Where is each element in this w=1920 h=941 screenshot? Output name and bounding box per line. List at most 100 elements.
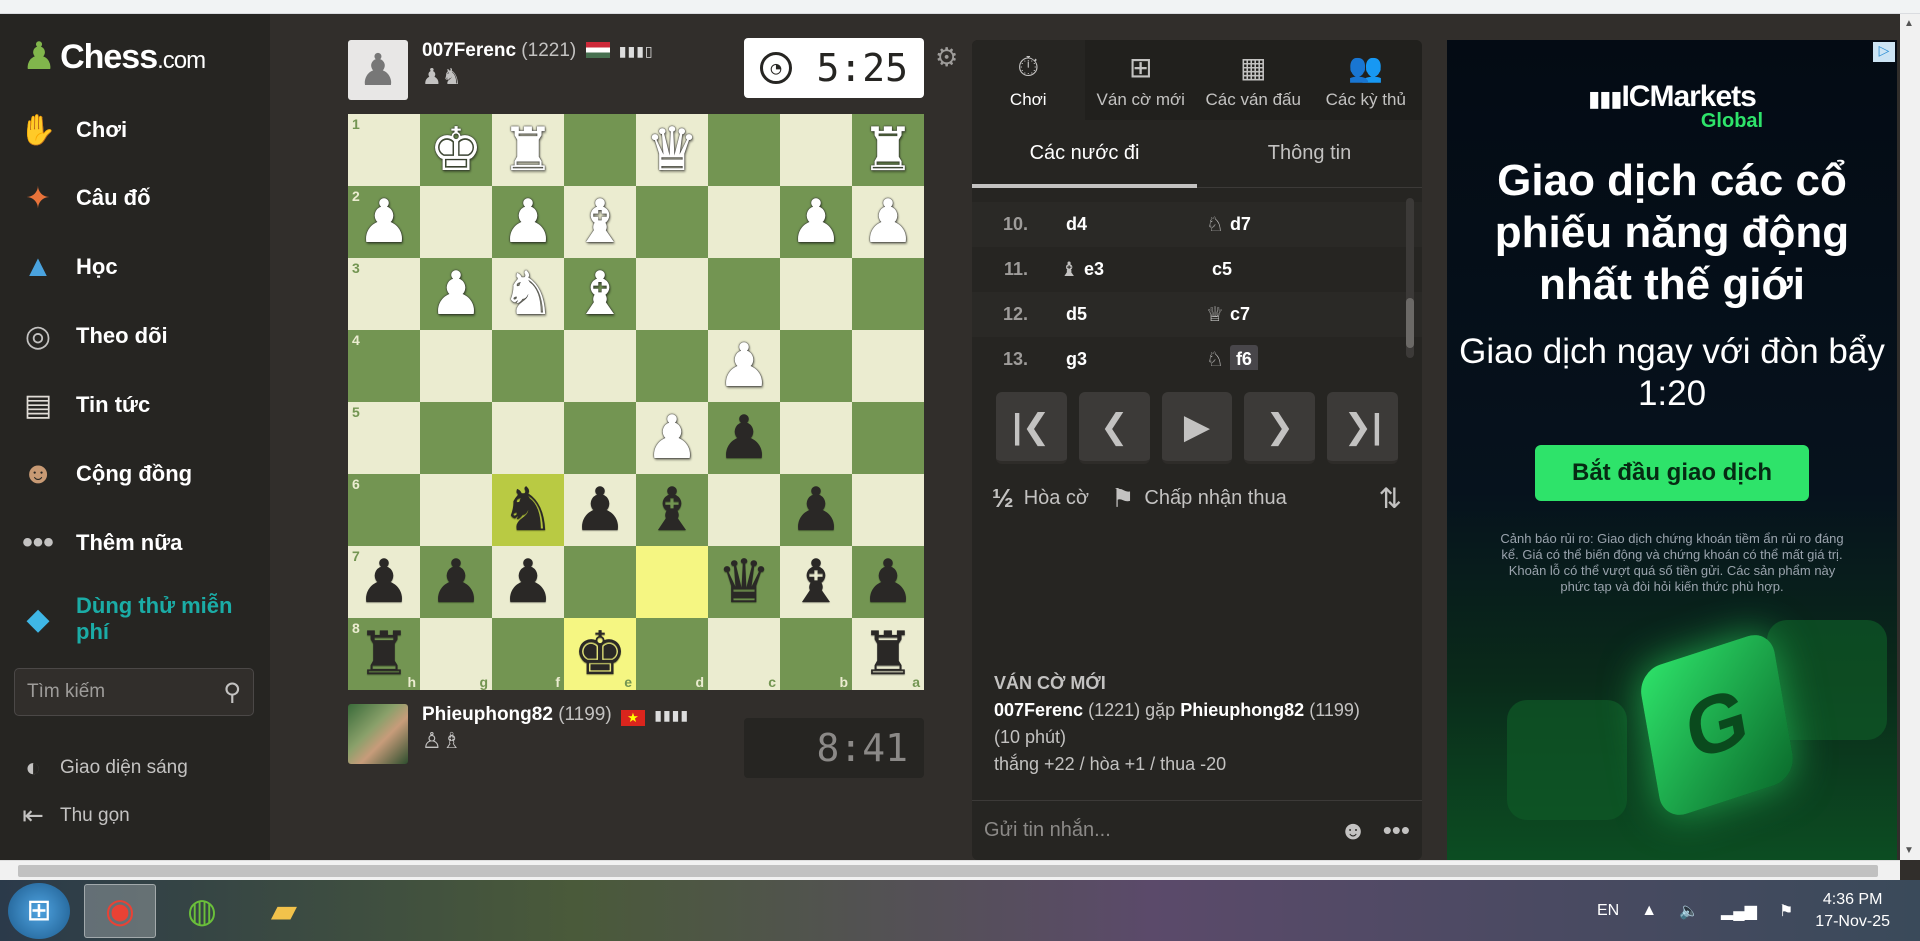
- white-move[interactable]: d4: [1050, 214, 1196, 235]
- board-square[interactable]: d: [636, 618, 708, 690]
- first-move-button[interactable]: |❮: [996, 392, 1067, 464]
- board-square[interactable]: ♟: [492, 546, 564, 618]
- tab-play[interactable]: ⏱ Chơi: [972, 40, 1085, 120]
- info-player2[interactable]: Phieuphong82: [1180, 700, 1304, 720]
- black-rook-icon[interactable]: ♜: [861, 624, 915, 684]
- board-square[interactable]: ♟: [420, 258, 492, 330]
- board-square[interactable]: 1: [348, 114, 420, 186]
- board-square[interactable]: ♟: [420, 546, 492, 618]
- last-move-button[interactable]: ❯|: [1327, 392, 1398, 464]
- search-input[interactable]: Tìm kiếm ⚲: [14, 668, 254, 716]
- gear-icon[interactable]: ⚙: [935, 42, 958, 73]
- player-name[interactable]: 007Ferenc: [422, 40, 516, 61]
- board-square[interactable]: [564, 546, 636, 618]
- board-square[interactable]: [564, 402, 636, 474]
- board-square[interactable]: [708, 114, 780, 186]
- black-pawn-icon[interactable]: ♟: [501, 552, 555, 612]
- resign-button[interactable]: ⚑ Chấp nhận thua: [1111, 483, 1287, 514]
- player-name[interactable]: Phieuphong82: [422, 704, 553, 725]
- black-bishop-icon[interactable]: ♝: [645, 480, 699, 540]
- advertisement[interactable]: ▷ ▮▮▮ICMarkets Global Giao dịch các cổ p…: [1447, 40, 1897, 860]
- white-pawn-icon[interactable]: ♟: [429, 264, 483, 324]
- board-square[interactable]: ♜: [852, 114, 924, 186]
- board-square[interactable]: f: [492, 618, 564, 690]
- tab-players[interactable]: 👥 Các kỳ thủ: [1310, 40, 1423, 120]
- board-square[interactable]: [636, 258, 708, 330]
- board-square[interactable]: ♜ 8 h: [348, 618, 420, 690]
- sidebar-item-try-free[interactable]: ◆ Dùng thử miễn phí: [0, 584, 270, 654]
- white-rook-icon[interactable]: ♜: [501, 120, 555, 180]
- black-rook-icon[interactable]: ♜: [357, 624, 411, 684]
- board-square[interactable]: [708, 474, 780, 546]
- sidebar-item-play[interactable]: ✋ Chơi: [0, 98, 270, 162]
- black-pawn-icon[interactable]: ♟: [861, 552, 915, 612]
- board-square[interactable]: [492, 330, 564, 402]
- black-pawn-icon[interactable]: ♟: [573, 480, 627, 540]
- board-square[interactable]: ♟: [636, 402, 708, 474]
- white-pawn-icon[interactable]: ♟: [357, 192, 411, 252]
- draw-button[interactable]: ½ Hòa cờ: [992, 483, 1089, 514]
- ad-cta-button[interactable]: Bắt đầu giao dịch: [1535, 445, 1809, 501]
- black-move[interactable]: ♕ c7: [1196, 302, 1342, 327]
- scroll-down-icon[interactable]: ▼: [1904, 845, 1914, 856]
- play-button[interactable]: ▶: [1161, 392, 1233, 464]
- flip-board-icon[interactable]: ⇅: [1379, 482, 1402, 515]
- volume-icon[interactable]: 🔈: [1679, 901, 1699, 921]
- board-square[interactable]: ♝: [564, 186, 636, 258]
- board-square[interactable]: [780, 330, 852, 402]
- board-square[interactable]: 3: [348, 258, 420, 330]
- white-queen-icon[interactable]: ♛: [645, 120, 699, 180]
- chess-board[interactable]: 1 ♚ ♜ ♛ ♜ ♟ 2 ♟ ♝ ♟ ♟ 3 ♟ ♞ ♝ 4 ♟ 5 ♟ ♟ 6 ♞ ♟ ♝ ♟ ♟ 7 ♟ ♟ ♛ ♝ ♟ ♜ 8 h g f ♚ e d…: [348, 114, 924, 690]
- ad-choices-icon[interactable]: ▷: [1873, 42, 1895, 62]
- board-square[interactable]: 5: [348, 402, 420, 474]
- sidebar-item-learn[interactable]: ▲ Học: [0, 235, 270, 299]
- board-square[interactable]: 4: [348, 330, 420, 402]
- collapse-button[interactable]: ⇤ Thu gọn: [18, 800, 130, 831]
- board-square[interactable]: [564, 114, 636, 186]
- board-square[interactable]: ♟: [780, 474, 852, 546]
- board-square[interactable]: ♟: [564, 474, 636, 546]
- board-square[interactable]: [780, 402, 852, 474]
- board-square[interactable]: [420, 474, 492, 546]
- board-square[interactable]: ♟ 7: [348, 546, 420, 618]
- board-square[interactable]: [420, 186, 492, 258]
- white-pawn-icon[interactable]: ♟: [645, 408, 699, 468]
- taskbar-clock[interactable]: 4:36 PM 17-Nov-25: [1815, 889, 1890, 933]
- black-move[interactable]: c5: [1196, 259, 1342, 280]
- chat-input[interactable]: Gửi tin nhắn... ☻ •••: [972, 800, 1422, 860]
- board-square[interactable]: ♝: [780, 546, 852, 618]
- board-square[interactable]: ♛: [636, 114, 708, 186]
- black-queen-icon[interactable]: ♛: [717, 552, 771, 612]
- black-bishop-icon[interactable]: ♝: [789, 552, 843, 612]
- taskbar-chrome[interactable]: ◉: [84, 883, 156, 938]
- black-pawn-icon[interactable]: ♟: [357, 552, 411, 612]
- board-square[interactable]: [852, 258, 924, 330]
- white-rook-icon[interactable]: ♜: [861, 120, 915, 180]
- previous-move-button[interactable]: ❮: [1078, 392, 1150, 464]
- board-square[interactable]: [636, 330, 708, 402]
- tab-new-game[interactable]: ⊞ Ván cờ mới: [1085, 40, 1198, 120]
- board-square[interactable]: g: [420, 618, 492, 690]
- white-pawn-icon[interactable]: ♟: [717, 336, 771, 396]
- tab-games[interactable]: ▦ Các ván đấu: [1197, 40, 1310, 120]
- board-square[interactable]: [420, 402, 492, 474]
- white-move[interactable]: g3: [1050, 349, 1196, 370]
- black-pawn-icon[interactable]: ♟: [789, 480, 843, 540]
- board-square[interactable]: ♟: [852, 546, 924, 618]
- board-square[interactable]: [780, 258, 852, 330]
- black-pawn-icon[interactable]: ♟: [717, 408, 771, 468]
- board-square[interactable]: ♟ 2: [348, 186, 420, 258]
- white-pawn-icon[interactable]: ♟: [789, 192, 843, 252]
- action-center-flag-icon[interactable]: ⚑: [1779, 901, 1793, 921]
- white-move[interactable]: d5: [1050, 304, 1196, 325]
- white-pawn-icon[interactable]: ♟: [501, 192, 555, 252]
- move-list-scrollbar[interactable]: [1406, 198, 1414, 358]
- board-square[interactable]: ♜ a: [852, 618, 924, 690]
- avatar[interactable]: ♟: [348, 40, 408, 100]
- light-mode-toggle[interactable]: ◐ Giao diện sáng: [18, 752, 188, 783]
- taskbar-coccoc[interactable]: ◍: [166, 884, 238, 938]
- board-square[interactable]: ♝: [636, 474, 708, 546]
- white-king-icon[interactable]: ♚: [429, 120, 483, 180]
- board-square[interactable]: [492, 402, 564, 474]
- white-bishop-icon[interactable]: ♝: [573, 192, 627, 252]
